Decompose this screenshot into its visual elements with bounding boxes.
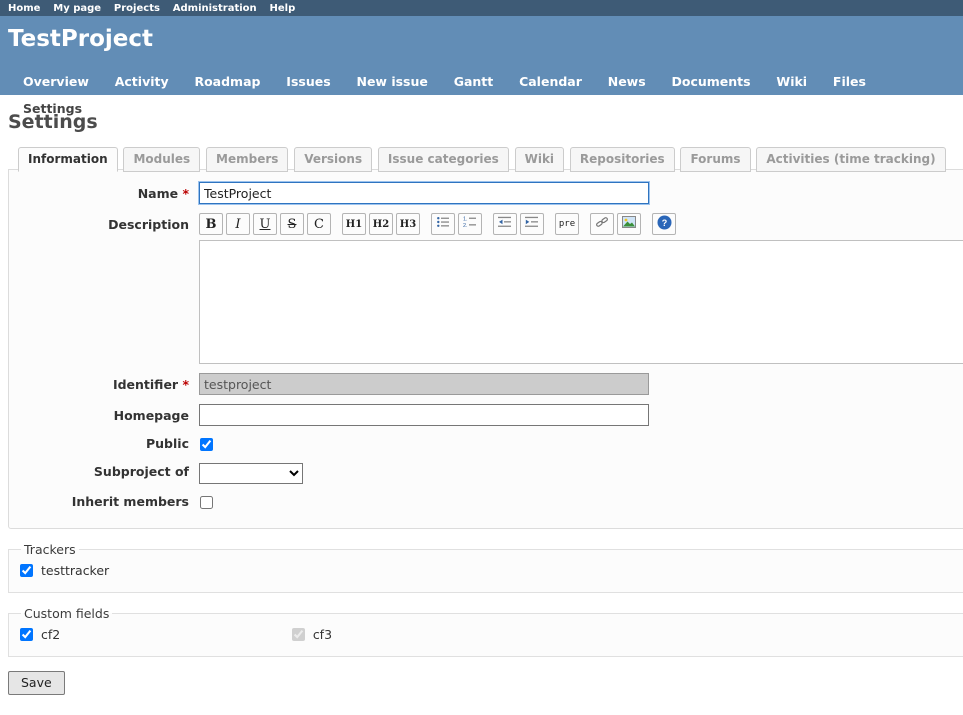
public-label: Public [19, 435, 199, 451]
identifier-row: Identifier * [19, 373, 963, 395]
information-form: Name * Description B I U S C H1 H2 H3 1.… [8, 169, 963, 529]
tab-forums[interactable]: Forums [680, 147, 750, 172]
main-menu-new-issue[interactable]: New issue [345, 69, 438, 96]
inherit-members-row: Inherit members [19, 493, 963, 512]
unordered-list-icon [436, 215, 450, 233]
main-menu-activity[interactable]: Activity [104, 69, 180, 96]
link-icon [595, 215, 609, 233]
description-label: Description [19, 213, 199, 232]
tab-wiki[interactable]: Wiki [515, 147, 564, 172]
code-button[interactable]: C [307, 213, 331, 235]
app-header: TestProject Overview Activity Roadmap Is… [0, 16, 963, 95]
homepage-input[interactable] [199, 404, 649, 426]
subproject-label: Subproject of [19, 463, 199, 479]
public-row: Public [19, 435, 963, 454]
indent-button[interactable] [520, 213, 544, 235]
heading1-button[interactable]: H1 [342, 213, 366, 235]
ordered-list-icon: 1.2. [463, 215, 477, 233]
main-menu-issues[interactable]: Issues [275, 69, 341, 96]
top-menu-home[interactable]: Home [8, 3, 40, 14]
tab-versions[interactable]: Versions [294, 147, 372, 172]
top-menu-administration[interactable]: Administration [173, 3, 257, 14]
tracker-item-testtracker[interactable]: testtracker [19, 561, 287, 580]
inherit-members-checkbox[interactable] [200, 496, 213, 509]
required-asterisk: * [182, 186, 189, 201]
testtracker-checkbox[interactable] [20, 564, 33, 577]
heading3-button[interactable]: H3 [396, 213, 420, 235]
main-menu-wiki[interactable]: Wiki [765, 69, 818, 96]
description-editor: B I U S C H1 H2 H3 1.2. pre ? [199, 213, 963, 364]
svg-text:2.: 2. [463, 223, 468, 229]
main-menu-files[interactable]: Files [822, 69, 877, 96]
main-menu-gantt[interactable]: Gantt [443, 69, 505, 96]
tab-members[interactable]: Members [206, 147, 288, 172]
custom-fields-legend: Custom fields [21, 606, 112, 621]
tab-repositories[interactable]: Repositories [570, 147, 675, 172]
underline-button[interactable]: U [253, 213, 277, 235]
name-row: Name * [19, 182, 963, 204]
settings-tabs: Information Modules Members Versions Iss… [8, 146, 963, 170]
heading2-button[interactable]: H2 [369, 213, 393, 235]
project-title: TestProject [8, 26, 955, 52]
tab-activities[interactable]: Activities (time tracking) [756, 147, 945, 172]
name-label: Name * [19, 182, 199, 201]
page-title: Settings [8, 111, 963, 133]
ordered-list-button[interactable]: 1.2. [458, 213, 482, 235]
bold-button[interactable]: B [199, 213, 223, 235]
image-button[interactable] [617, 213, 641, 235]
strikethrough-button[interactable]: S [280, 213, 304, 235]
top-menu-projects[interactable]: Projects [114, 3, 160, 14]
trackers-fieldset: Trackers testtracker [8, 542, 963, 593]
public-checkbox[interactable] [200, 438, 213, 451]
required-asterisk: * [182, 377, 189, 392]
description-row: Description B I U S C H1 H2 H3 1.2. pre [19, 213, 963, 364]
editor-toolbar: B I U S C H1 H2 H3 1.2. pre ? [199, 213, 963, 235]
cf3-label: cf3 [313, 627, 332, 642]
subproject-row: Subproject of [19, 463, 963, 484]
unordered-list-button[interactable] [431, 213, 455, 235]
name-input[interactable] [199, 182, 649, 204]
main-menu-calendar[interactable]: Calendar [508, 69, 593, 96]
homepage-label: Homepage [19, 404, 199, 423]
help-icon: ? [657, 215, 672, 234]
custom-fields-fieldset: Custom fields cf2 cf3 [8, 606, 963, 657]
save-button[interactable]: Save [8, 671, 65, 695]
svg-text:?: ? [661, 218, 667, 228]
help-button[interactable]: ? [652, 213, 676, 235]
top-menu-my-page[interactable]: My page [53, 3, 101, 14]
image-icon [622, 215, 636, 233]
subproject-select[interactable] [199, 463, 303, 484]
top-menu: Home My page Projects Administration Hel… [0, 0, 963, 16]
main-menu-news[interactable]: News [597, 69, 657, 96]
outdent-button[interactable] [493, 213, 517, 235]
svg-text:1.: 1. [463, 217, 468, 223]
tab-information[interactable]: Information [18, 147, 118, 172]
identifier-input [199, 373, 649, 395]
tab-modules[interactable]: Modules [123, 147, 200, 172]
italic-button[interactable]: I [226, 213, 250, 235]
main-menu: Overview Activity Roadmap Issues New iss… [8, 69, 955, 95]
cf3-checkbox [292, 628, 305, 641]
trackers-legend: Trackers [21, 542, 79, 557]
main-menu-overview[interactable]: Overview [12, 69, 100, 96]
identifier-label: Identifier * [19, 373, 199, 392]
main-menu-documents[interactable]: Documents [661, 69, 762, 96]
inherit-members-label: Inherit members [19, 493, 199, 509]
content-area: Settings Information Modules Members Ver… [0, 95, 963, 715]
indent-icon [525, 215, 539, 233]
cf2-label: cf2 [41, 627, 60, 642]
cf2-checkbox[interactable] [20, 628, 33, 641]
tab-issue-categories[interactable]: Issue categories [378, 147, 509, 172]
pre-button[interactable]: pre [555, 213, 579, 235]
testtracker-label: testtracker [41, 563, 109, 578]
top-menu-help[interactable]: Help [270, 3, 296, 14]
description-textarea[interactable] [199, 240, 963, 364]
custom-field-item-cf2[interactable]: cf2 [19, 625, 287, 644]
homepage-row: Homepage [19, 404, 963, 426]
main-menu-roadmap[interactable]: Roadmap [183, 69, 271, 96]
outdent-icon [498, 215, 512, 233]
custom-field-item-cf3: cf3 [291, 625, 559, 644]
link-button[interactable] [590, 213, 614, 235]
